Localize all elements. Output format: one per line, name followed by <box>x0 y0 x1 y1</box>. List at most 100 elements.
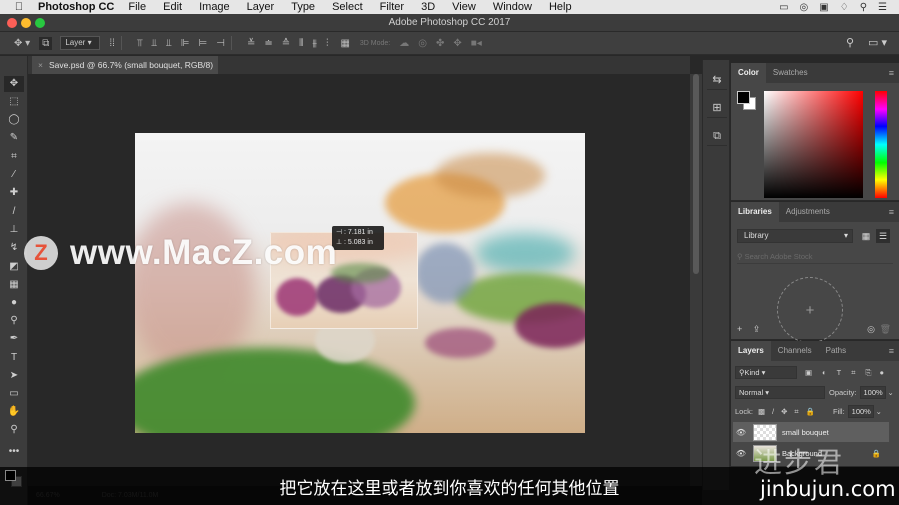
menu-edit[interactable]: Edit <box>163 1 182 13</box>
rectangle-tool[interactable]: ▭ <box>4 386 24 402</box>
3d-pan-icon[interactable]: ✤ <box>436 38 444 49</box>
3d-orbit-icon[interactable]: ☁ <box>399 38 409 49</box>
layer-filter-dropdown[interactable]: ⚲Kind ▾ <box>735 366 797 379</box>
auto-select-dropdown[interactable]: Layer ▾ <box>60 36 101 50</box>
align-horizontal-center-icon[interactable]: ⊨ <box>199 38 208 49</box>
menu-type[interactable]: Type <box>291 1 315 13</box>
lock-artboard-icon[interactable]: ⌗ <box>794 407 798 417</box>
tab-swatches[interactable]: Swatches <box>766 63 815 83</box>
layer-row-small-bouquet[interactable]: 👁 small bouquet <box>733 422 889 442</box>
distribute-horizontal-center-icon[interactable]: ⫵ <box>312 38 317 49</box>
history-panel-icon[interactable]: ⇆ <box>707 70 727 90</box>
app-menu[interactable]: Photoshop CC <box>38 1 114 13</box>
list-view-icon[interactable]: ☰ <box>876 229 890 243</box>
tab-channels[interactable]: Channels <box>771 341 819 361</box>
3d-roll-icon[interactable]: ◎ <box>418 38 427 49</box>
menu-help[interactable]: Help <box>549 1 572 13</box>
filter-smart-object-icon[interactable]: ⎘ <box>865 368 871 378</box>
panel-menu-icon[interactable]: ≡ <box>889 346 894 356</box>
notification-list-icon[interactable]: ☰ <box>878 2 887 13</box>
menu-view[interactable]: View <box>452 1 476 13</box>
tab-layers[interactable]: Layers <box>731 341 771 361</box>
adobe-stock-search[interactable]: ⚲ Search Adobe Stock <box>737 250 893 264</box>
eraser-tool[interactable]: ◩ <box>4 259 24 275</box>
filter-toggle-icon[interactable]: ● <box>879 368 884 377</box>
align-right-icon[interactable]: ⊣ <box>216 38 225 49</box>
color-field[interactable] <box>764 91 863 198</box>
show-transform-controls-icon[interactable]: ⁞⁞ <box>109 38 115 49</box>
creative-cloud-icon[interactable]: ◎ <box>800 2 809 13</box>
auto-align-icon[interactable]: ▦ <box>340 38 349 49</box>
crop-tool[interactable]: ⌗ <box>4 149 24 165</box>
distribute-top-icon[interactable]: ≚ <box>247 38 255 49</box>
3d-scale-icon[interactable]: ■◂ <box>471 38 482 49</box>
move-tool-preset-icon[interactable]: ✥ ▾ <box>14 38 30 49</box>
type-tool[interactable]: T <box>4 350 24 366</box>
close-tab-icon[interactable]: × <box>38 60 43 70</box>
search-icon[interactable]: ⚲ <box>846 36 854 49</box>
hue-slider[interactable] <box>875 91 887 198</box>
align-top-icon[interactable]: ⫪ <box>137 38 143 49</box>
toolbar-foreground-color[interactable] <box>5 470 16 481</box>
gradient-tool[interactable]: ▦ <box>4 277 24 293</box>
history-brush-tool[interactable]: ↯ <box>4 240 24 256</box>
tab-adjustments[interactable]: Adjustments <box>779 202 837 222</box>
visibility-eye-icon[interactable]: 👁 <box>733 428 749 437</box>
more-tools[interactable]: ••• <box>4 444 24 460</box>
menu-layer[interactable]: Layer <box>247 1 275 13</box>
clone-stamp-tool[interactable]: ⊥ <box>4 222 24 238</box>
menu-window[interactable]: Window <box>493 1 532 13</box>
menu-3d[interactable]: 3D <box>421 1 435 13</box>
panel-menu-icon[interactable]: ≡ <box>889 207 894 217</box>
add-content-icon[interactable]: + <box>737 324 742 334</box>
fill-field[interactable]: 100% <box>847 405 874 418</box>
screen-record-icon[interactable]: ▣ <box>819 2 828 13</box>
path-selection-tool[interactable]: ➤ <box>4 368 24 384</box>
lock-image-pixels-icon[interactable]: / <box>772 407 774 416</box>
visibility-eye-icon[interactable]: 👁 <box>733 449 749 458</box>
distribute-vertical-center-icon[interactable]: ≐ <box>264 38 272 49</box>
brush-tool[interactable]: / <box>4 204 24 220</box>
display-icon[interactable]: ▭ <box>779 2 788 13</box>
foreground-color-swatch[interactable] <box>737 91 750 104</box>
tab-color[interactable]: Color <box>731 63 766 83</box>
apple-icon[interactable]:  <box>12 1 26 13</box>
align-bottom-icon[interactable]: ⫫ <box>166 38 172 49</box>
marquee-tool[interactable]: ⬚ <box>4 94 24 110</box>
creative-cloud-sync-icon[interactable]: ◎ <box>867 324 875 335</box>
distribute-bottom-icon[interactable]: ≙ <box>282 38 290 49</box>
spotlight-search-icon[interactable]: ⚲ <box>860 2 867 13</box>
tab-libraries[interactable]: Libraries <box>731 202 779 222</box>
lock-position-icon[interactable]: ✥ <box>781 407 787 416</box>
filter-type-icon[interactable]: T <box>837 368 842 377</box>
canvas-vertical-scrollbar[interactable] <box>690 74 702 486</box>
align-left-icon[interactable]: ⊫ <box>181 38 190 49</box>
eyedropper-tool[interactable]: ⁄ <box>4 167 24 183</box>
workspace-switcher-icon[interactable]: ▭ ▾ <box>868 36 887 49</box>
properties-panel-icon[interactable]: ⊞ <box>707 98 727 118</box>
opacity-field[interactable]: 100% <box>859 386 886 399</box>
fill-dropdown-icon[interactable]: ⌄ <box>876 407 882 416</box>
auto-select-toggle[interactable]: ⧉ <box>39 36 53 50</box>
scrollbar-thumb[interactable] <box>693 74 699 274</box>
document-tab[interactable]: × Save.psd @ 66.7% (small bouquet, RGB/8) <box>32 56 218 74</box>
lock-all-icon[interactable]: 🔒 <box>806 407 815 416</box>
blur-tool[interactable]: ● <box>4 295 24 311</box>
menu-file[interactable]: File <box>128 1 146 13</box>
upload-icon[interactable]: ⇪ <box>753 324 761 334</box>
filter-shape-icon[interactable]: ⌗ <box>851 368 855 378</box>
lock-transparent-pixels-icon[interactable]: ▩ <box>758 407 765 416</box>
distribute-right-icon[interactable]: ⫶ <box>326 38 329 49</box>
delete-icon[interactable]: 🗑 <box>880 324 891 335</box>
opacity-dropdown-icon[interactable]: ⌄ <box>888 388 894 397</box>
healing-brush-tool[interactable]: ✚ <box>4 185 24 201</box>
menu-filter[interactable]: Filter <box>380 1 404 13</box>
dodge-tool[interactable]: ⚲ <box>4 313 24 329</box>
clone-source-panel-icon[interactable]: ⧉ <box>707 126 727 146</box>
panel-menu-icon[interactable]: ≡ <box>889 68 894 78</box>
menu-image[interactable]: Image <box>199 1 230 13</box>
tab-paths[interactable]: Paths <box>819 341 853 361</box>
distribute-left-icon[interactable]: ⫴ <box>299 38 303 49</box>
menu-select[interactable]: Select <box>332 1 363 13</box>
3d-slide-icon[interactable]: ✥ <box>453 38 461 49</box>
